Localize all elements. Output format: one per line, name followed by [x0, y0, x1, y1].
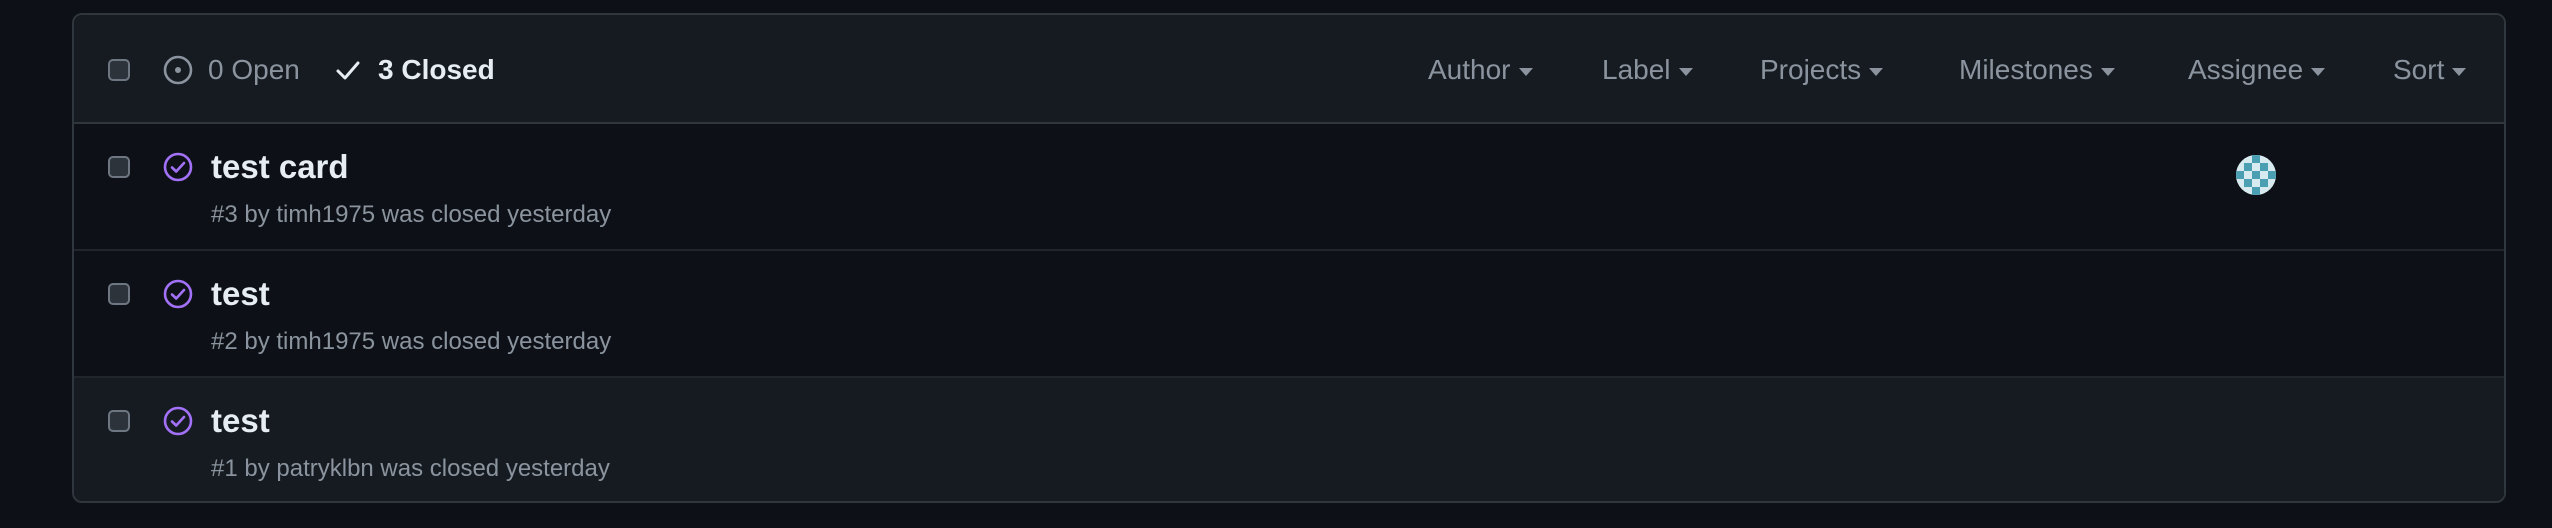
- sort-filter-label: Sort: [2393, 54, 2445, 85]
- issue-row[interactable]: test #1 by patryklbn was closed yesterda…: [74, 378, 2504, 501]
- closed-issues-toggle[interactable]: 3 Closed: [334, 50, 495, 90]
- open-issues-toggle[interactable]: 0 Open: [162, 50, 300, 90]
- assignee-filter-label: Assignee: [2188, 54, 2304, 85]
- issue-open-icon: [163, 55, 193, 85]
- sort-filter[interactable]: Sort: [2393, 50, 2467, 90]
- issue-row[interactable]: test card #3 by timh1975 was closed yest…: [74, 124, 2504, 251]
- issue-title-link[interactable]: test: [211, 402, 270, 440]
- issues-list-header: 0 Open 3 Closed Author Label Projects Mi…: [74, 15, 2504, 124]
- label-filter-label: Label: [1602, 54, 1671, 85]
- issue-title-link[interactable]: test: [211, 275, 270, 313]
- issue-checkbox[interactable]: [108, 156, 130, 178]
- milestones-filter[interactable]: Milestones: [1959, 50, 2115, 90]
- issue-closed-icon: [163, 279, 193, 309]
- author-filter-label: Author: [1428, 54, 1511, 85]
- issues-list-box: 0 Open 3 Closed Author Label Projects Mi…: [72, 13, 2506, 503]
- check-icon: [336, 61, 360, 80]
- caret-down-icon: [1518, 67, 1533, 76]
- projects-filter-label: Projects: [1760, 54, 1862, 85]
- caret-down-icon: [2452, 67, 2467, 76]
- closed-issues-label: 3 Closed: [378, 54, 495, 85]
- milestones-filter-label: Milestones: [1959, 54, 2093, 85]
- projects-filter[interactable]: Projects: [1760, 50, 1884, 90]
- author-filter[interactable]: Author: [1428, 50, 1533, 90]
- caret-down-icon: [1869, 67, 1884, 76]
- issue-checkbox[interactable]: [108, 410, 130, 432]
- caret-down-icon: [1678, 67, 1693, 76]
- issue-row[interactable]: test #2 by timh1975 was closed yesterday: [74, 251, 2504, 378]
- issue-meta: #3 by timh1975 was closed yesterday: [211, 201, 612, 228]
- caret-down-icon: [2100, 67, 2115, 76]
- label-filter[interactable]: Label: [1602, 50, 1693, 90]
- select-all-checkbox[interactable]: [108, 59, 130, 81]
- assignee-avatar[interactable]: [2236, 155, 2276, 195]
- assignee-filter[interactable]: Assignee: [2188, 50, 2326, 90]
- issue-closed-icon: [163, 406, 193, 436]
- issue-meta: #2 by timh1975 was closed yesterday: [211, 328, 612, 355]
- issue-title-link[interactable]: test card: [211, 148, 349, 186]
- issue-checkbox[interactable]: [108, 283, 130, 305]
- caret-down-icon: [2311, 67, 2326, 76]
- issue-meta: #1 by patryklbn was closed yesterday: [211, 455, 610, 482]
- issue-closed-icon: [163, 152, 193, 182]
- open-issues-label: 0 Open: [208, 54, 300, 85]
